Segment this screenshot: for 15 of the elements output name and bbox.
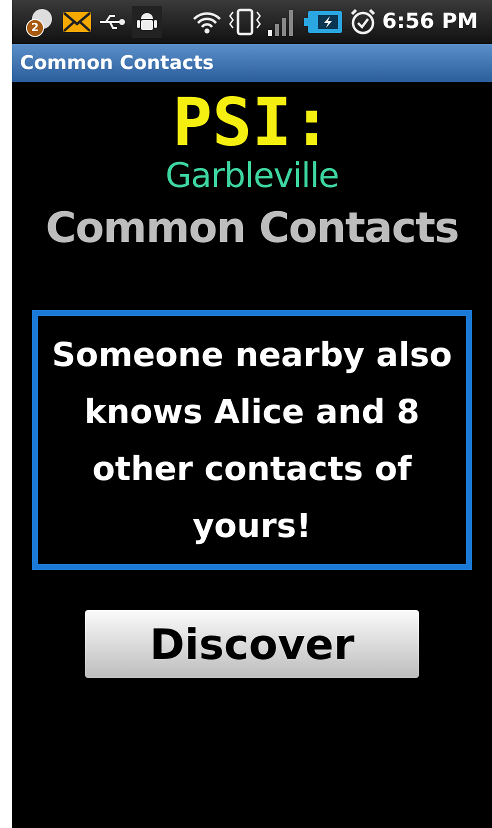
window-title: Common Contacts — [20, 50, 214, 76]
alarm-clock-icon — [350, 8, 376, 36]
logo-title: PSI: — [172, 90, 332, 156]
clock-time: 6:56 PM — [382, 8, 478, 36]
android-icon — [132, 6, 162, 38]
notification-count: 2 — [26, 19, 44, 37]
wifi-icon — [192, 9, 222, 35]
logo-subtitle: Garbleville — [165, 156, 339, 196]
discover-button[interactable]: Discover — [85, 610, 419, 678]
heading: Common Contacts — [46, 202, 458, 254]
battery-charging-icon — [304, 10, 344, 34]
usb-icon — [98, 12, 126, 32]
message-text: Someone nearby also knows Alice and 8 other contacts of yours! — [50, 334, 454, 547]
envelope-icon — [62, 11, 92, 33]
vibrate-icon — [228, 8, 262, 36]
